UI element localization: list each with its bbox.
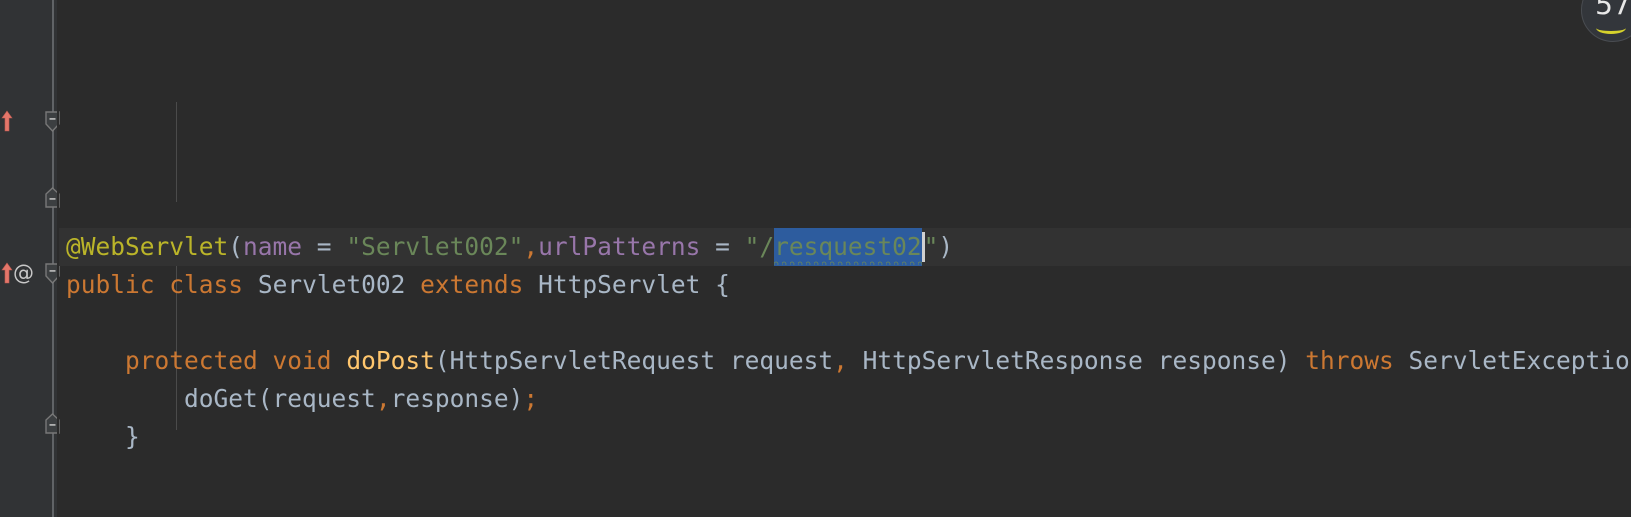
code-token: request — [715, 346, 834, 375]
editor-gutter[interactable]: @ — [0, 0, 60, 517]
code-token: request — [272, 384, 376, 413]
code-line[interactable] — [59, 494, 1631, 517]
code-token: } — [125, 422, 140, 451]
code-token: doGet — [184, 384, 258, 413]
code-token: response — [1142, 346, 1276, 375]
gutter-fold-dopost-end[interactable] — [0, 178, 60, 216]
code-token: " — [923, 232, 939, 261]
code-token: { — [700, 270, 730, 299]
gutter-fold-doget-end[interactable] — [0, 404, 60, 442]
code-token: HttpServletRequest — [449, 346, 716, 375]
code-token: ; — [523, 384, 539, 413]
code-line[interactable] — [59, 304, 1631, 342]
indent-guide — [176, 102, 177, 202]
code-token: = — [302, 232, 347, 261]
code-token: response — [390, 384, 509, 413]
code-line[interactable]: public class Servlet002 extends HttpServ… — [59, 266, 1631, 304]
code-token: class — [169, 270, 244, 299]
code-token: , — [375, 384, 391, 413]
fold-region-line — [52, 0, 54, 118]
code-token: public — [66, 270, 155, 299]
gutter-fold-doget-start[interactable] — [0, 254, 60, 292]
code-token: "/ — [744, 232, 775, 261]
inspection-smile-icon — [1596, 22, 1626, 34]
code-token: "Servlet002" — [346, 232, 524, 261]
code-token: @WebServlet — [66, 232, 229, 261]
fold-region-line — [52, 430, 54, 517]
code-token: ( — [228, 232, 244, 261]
code-token: HttpServlet — [538, 270, 701, 299]
code-line[interactable]: @WebServlet(name = "Servlet002",urlPatte… — [59, 228, 1631, 266]
code-line[interactable]: } — [59, 418, 1631, 456]
code-token: Servlet002 — [257, 270, 406, 299]
code-token: HttpServletResponse — [862, 346, 1143, 375]
code-token: name — [243, 232, 303, 261]
code-token: extends — [420, 270, 524, 299]
code-token: ) — [508, 384, 524, 413]
code-line[interactable]: protected void doPost(HttpServletRequest… — [59, 342, 1631, 380]
code-token: ( — [257, 384, 273, 413]
code-token: throws — [1305, 346, 1394, 375]
code-token: protected — [125, 346, 258, 375]
code-editor[interactable]: @ @WebServlet(name = "Servlet002",urlPat… — [0, 0, 1631, 517]
code-line[interactable]: doGet(request,response); — [59, 380, 1631, 418]
code-token: urlPatterns — [538, 232, 701, 261]
inspection-count: 57 — [1595, 0, 1631, 21]
code-token: ) — [938, 232, 954, 261]
gutter-fold-dopost-start[interactable] — [0, 102, 60, 140]
code-token: void — [272, 346, 332, 375]
code-token: ) — [1275, 346, 1291, 375]
selected-text: resquest02 — [774, 228, 922, 266]
code-lines: @WebServlet(name = "Servlet002",urlPatte… — [59, 228, 1631, 517]
code-token: , — [833, 346, 848, 375]
code-token: ( — [434, 346, 450, 375]
code-token: ServletException — [1408, 346, 1631, 375]
code-line[interactable] — [59, 456, 1631, 494]
code-content[interactable]: @WebServlet(name = "Servlet002",urlPatte… — [59, 0, 1631, 517]
code-token: doPost — [346, 346, 435, 375]
code-token: = — [700, 232, 745, 261]
code-token: , — [523, 232, 539, 261]
